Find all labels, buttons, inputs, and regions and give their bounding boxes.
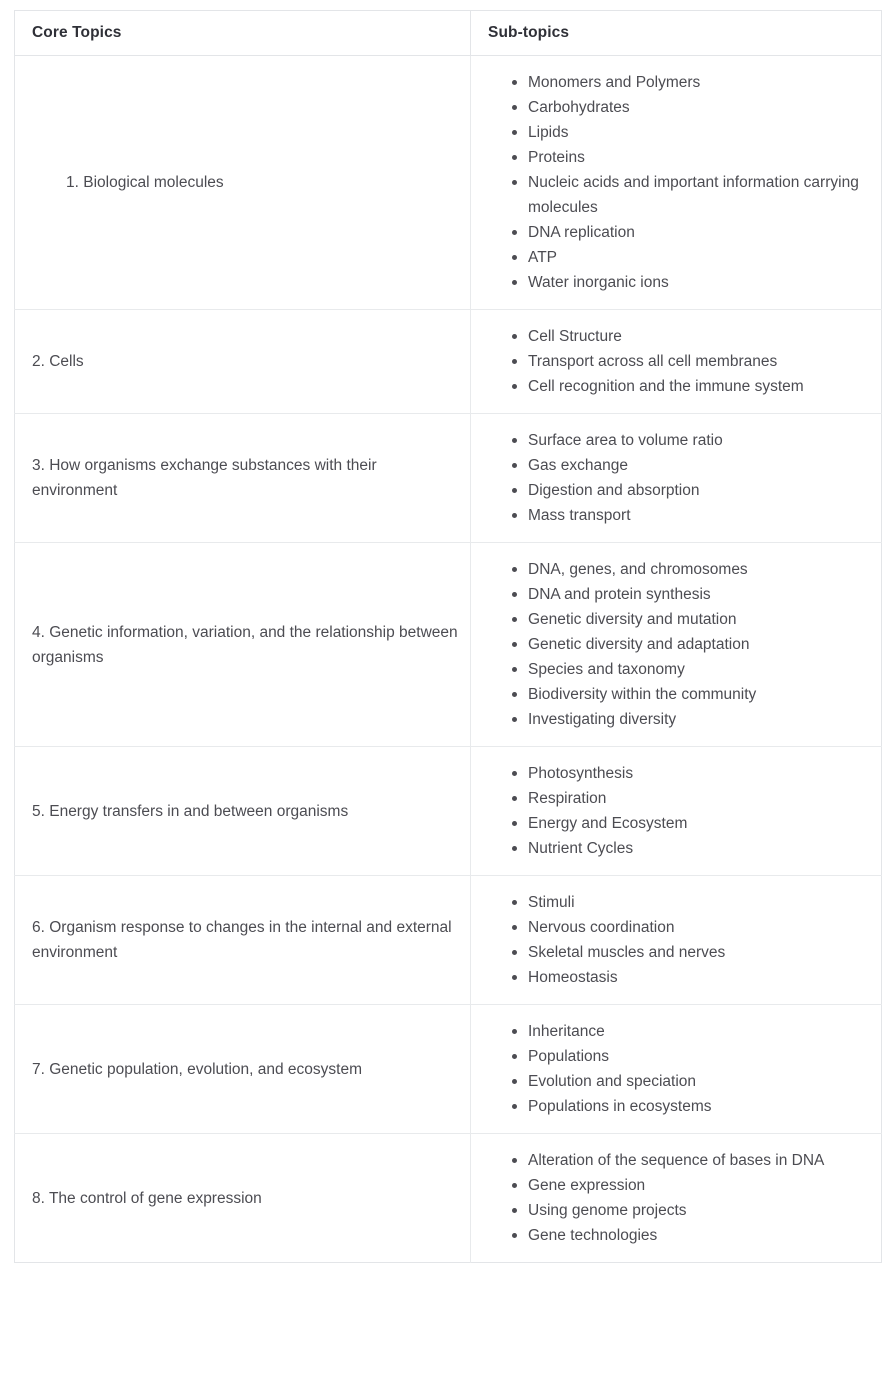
sub-topic-item: Nutrient Cycles: [512, 836, 867, 861]
sub-topic-item: Species and taxonomy: [512, 657, 867, 682]
sub-topic-item: Water inorganic ions: [512, 270, 867, 295]
core-topic-cell: 5. Energy transfers in and between organ…: [14, 746, 471, 876]
table-row: 8. The control of gene expression Alterat…: [14, 1133, 882, 1263]
syllabus-table: Core Topics Sub-topics 1. Biological mol…: [14, 10, 882, 1263]
sub-topic-item: Evolution and speciation: [512, 1069, 867, 1094]
sub-topic-item: Stimuli: [512, 890, 867, 915]
sub-topics-cell: Cell Structure Transport across all cell …: [470, 309, 882, 414]
sub-topic-item: Using genome projects: [512, 1198, 867, 1223]
core-topic-label: 1. Biological molecules: [66, 174, 224, 191]
page-container: Core Topics Sub-topics 1. Biological mol…: [0, 0, 895, 1384]
sub-topic-item: Monomers and Polymers: [512, 70, 867, 95]
sub-topics-list: Surface area to volume ratio Gas exchange…: [471, 428, 867, 528]
table-row: 2. Cells Cell Structure Transport across a…: [14, 309, 882, 414]
column-header-sub-topics: Sub-topics: [470, 10, 882, 56]
sub-topic-item: Energy and Ecosystem: [512, 811, 867, 836]
sub-topic-item: Homeostasis: [512, 965, 867, 990]
sub-topic-item: Populations: [512, 1044, 867, 1069]
sub-topics-list: Cell Structure Transport across all cell …: [471, 324, 867, 399]
sub-topics-list: Alteration of the sequence of bases in D…: [471, 1148, 867, 1248]
core-topic-label: 6. Organism response to changes in the i…: [32, 919, 452, 961]
sub-topic-item: Genetic diversity and adaptation: [512, 632, 867, 657]
core-topic-cell: 1. Biological molecules: [14, 55, 471, 310]
sub-topic-item: Photosynthesis: [512, 761, 867, 786]
sub-topic-item: Cell Structure: [512, 324, 867, 349]
sub-topics-cell: Surface area to volume ratio Gas exchange…: [470, 413, 882, 543]
sub-topic-item: Surface area to volume ratio: [512, 428, 867, 453]
sub-topic-item: DNA, genes, and chromosomes: [512, 557, 867, 582]
table-row: 3. How organisms exchange substances wit…: [14, 413, 882, 543]
core-topic-label: 5. Energy transfers in and between organ…: [32, 802, 349, 820]
sub-topics-cell: Stimuli Nervous coordination Skeletal musc…: [470, 875, 882, 1005]
table-body: 1. Biological molecules Monomers and Poly…: [14, 55, 882, 1263]
sub-topic-item: Skeletal muscles and nerves: [512, 940, 867, 965]
sub-topic-item: Nucleic acids and important information …: [512, 170, 867, 220]
core-topic-cell: 3. How organisms exchange substances wit…: [14, 413, 471, 543]
sub-topics-list: Stimuli Nervous coordination Skeletal musc…: [471, 890, 867, 990]
sub-topic-item: Carbohydrates: [512, 95, 867, 120]
core-topic-label: 8. The control of gene expression: [32, 1189, 262, 1207]
core-topic-label: 2. Cells: [32, 353, 84, 370]
sub-topic-item: Gene expression: [512, 1173, 867, 1198]
core-topic-cell: 8. The control of gene expression: [14, 1133, 471, 1263]
core-topic-label: 3. How organisms exchange substances wit…: [32, 457, 377, 499]
sub-topic-item: Gene technologies: [512, 1223, 867, 1248]
sub-topic-item: ATP: [512, 245, 867, 270]
column-header-core-topics: Core Topics: [14, 10, 471, 56]
sub-topic-item: Populations in ecosystems: [512, 1094, 867, 1119]
sub-topic-item: Transport across all cell membranes: [512, 349, 867, 374]
table-row: 5. Energy transfers in and between organ…: [14, 746, 882, 876]
sub-topics-cell: Monomers and Polymers Carbohydrates Lipids…: [471, 56, 882, 310]
core-topic-cell: 7. Genetic population, evolution, and ec…: [14, 1004, 471, 1134]
sub-topic-item: Alteration of the sequence of bases in D…: [512, 1148, 867, 1173]
table-row: 6. Organism response to changes in the i…: [14, 875, 882, 1005]
sub-topics-list: Monomers and Polymers Carbohydrates Lipids…: [471, 70, 867, 295]
core-topic-cell: 2. Cells: [14, 309, 471, 414]
table-row: 1. Biological molecules Monomers and Poly…: [14, 55, 882, 310]
sub-topics-cell: Alteration of the sequence of bases in D…: [470, 1133, 882, 1263]
sub-topics-cell: DNA, genes, and chromosomes DNA and prote…: [470, 542, 882, 747]
sub-topic-item: Gas exchange: [512, 453, 867, 478]
core-topic-label: 4. Genetic information, variation, and t…: [32, 623, 458, 666]
sub-topic-item: Respiration: [512, 786, 867, 811]
core-topic-label: 7. Genetic population, evolution, and ec…: [32, 1060, 363, 1078]
sub-topic-item: Mass transport: [512, 503, 867, 528]
core-topic-cell: 4. Genetic information, variation, and t…: [14, 542, 471, 747]
sub-topic-item: Digestion and absorption: [512, 478, 867, 503]
core-topic-cell: 6. Organism response to changes in the i…: [14, 875, 471, 1005]
sub-topic-item: Biodiversity within the community: [512, 682, 867, 707]
sub-topic-item: Inheritance: [512, 1019, 867, 1044]
table-row: 4. Genetic information, variation, and t…: [14, 542, 882, 747]
table-row: 7. Genetic population, evolution, and ec…: [14, 1004, 882, 1134]
sub-topic-item: Genetic diversity and mutation: [512, 607, 867, 632]
sub-topic-item: Cell recognition and the immune system: [512, 374, 867, 399]
sub-topics-cell: Photosynthesis Respiration Energy and Ecos…: [470, 746, 882, 876]
sub-topic-item: Proteins: [512, 145, 867, 170]
sub-topics-list: Inheritance Populations Evolution and spec…: [471, 1019, 867, 1119]
sub-topic-item: DNA and protein synthesis: [512, 582, 867, 607]
table-header-row: Core Topics Sub-topics: [14, 10, 882, 56]
sub-topics-cell: Inheritance Populations Evolution and spec…: [470, 1004, 882, 1134]
sub-topic-item: DNA replication: [512, 220, 867, 245]
sub-topic-item: Nervous coordination: [512, 915, 867, 940]
sub-topic-item: Investigating diversity: [512, 707, 867, 732]
sub-topics-list: Photosynthesis Respiration Energy and Ecos…: [471, 761, 867, 861]
table-header: Core Topics Sub-topics: [14, 10, 882, 56]
sub-topic-item: Lipids: [512, 120, 867, 145]
sub-topics-list: DNA, genes, and chromosomes DNA and prote…: [471, 557, 867, 732]
